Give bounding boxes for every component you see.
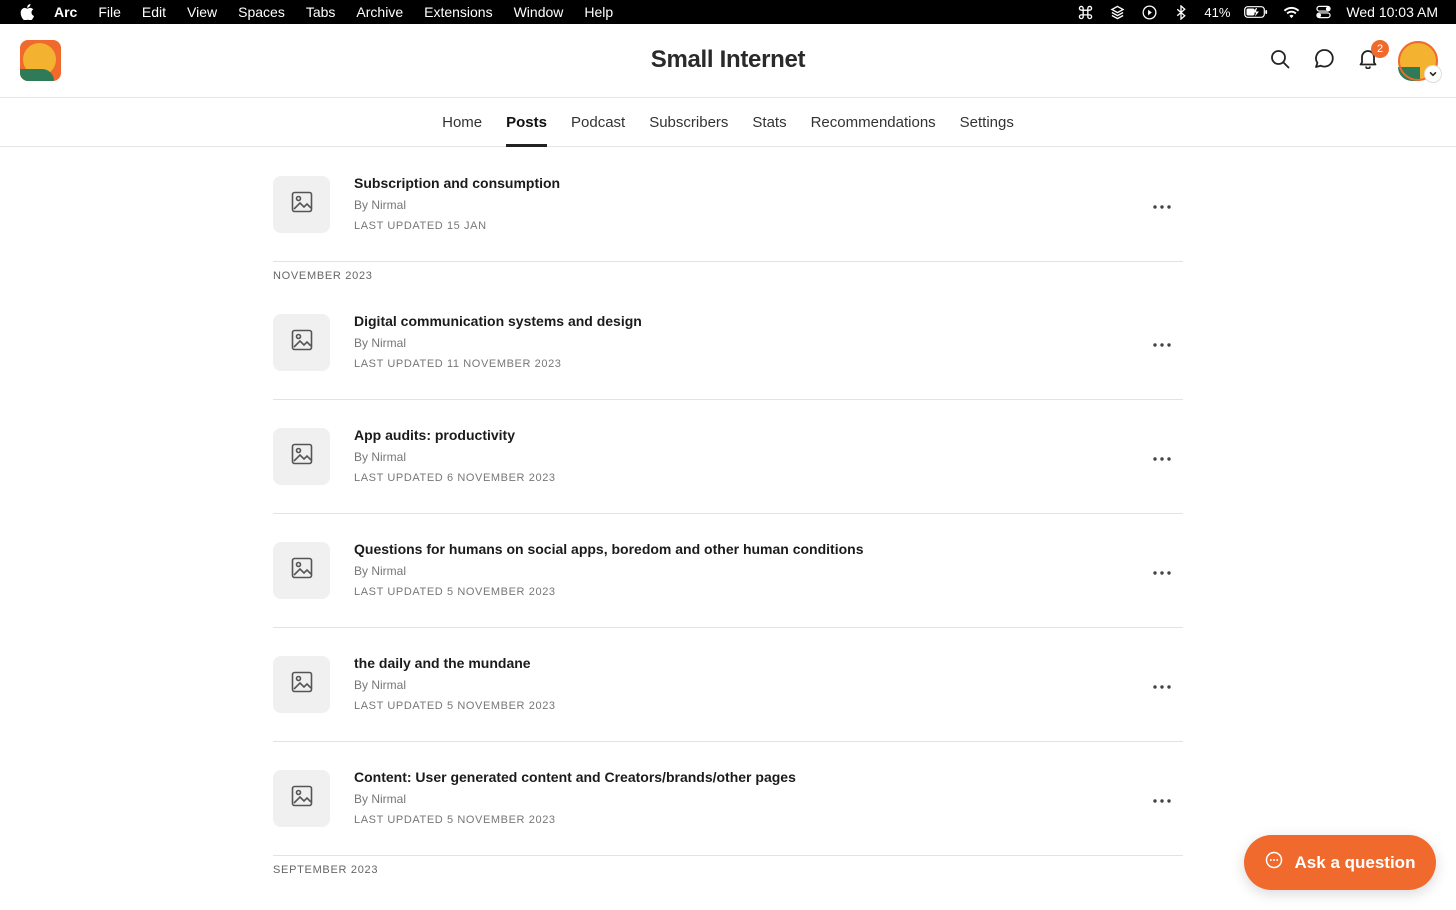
menu-window[interactable]: Window	[514, 4, 564, 20]
ellipsis-icon	[1153, 790, 1171, 808]
post-row[interactable]: Subscription and consumption By Nirmal L…	[273, 148, 1183, 262]
ask-a-question-label: Ask a question	[1294, 852, 1416, 872]
user-avatar-menu[interactable]	[1398, 41, 1442, 83]
post-updated-date: LAST UPDATED 15 JAN	[354, 220, 487, 232]
header-actions: 2	[1268, 40, 1442, 83]
post-more-options-button[interactable]	[1151, 195, 1173, 215]
apple-logo-icon[interactable]	[20, 4, 34, 20]
control-center-icon[interactable]	[1314, 4, 1332, 20]
menu-app-arc[interactable]: Arc	[54, 4, 77, 20]
image-placeholder-icon	[291, 443, 313, 470]
post-row[interactable]: Digital communication systems and design…	[273, 286, 1183, 400]
image-placeholder-icon	[291, 785, 313, 812]
menu-spaces[interactable]: Spaces	[238, 4, 285, 20]
menu-edit[interactable]: Edit	[142, 4, 166, 20]
ellipsis-icon	[1153, 196, 1171, 214]
battery-percentage: 41%	[1204, 4, 1231, 20]
chevron-down-icon	[1424, 65, 1442, 83]
post-author: By Nirmal	[354, 792, 407, 806]
menu-extensions[interactable]: Extensions	[424, 4, 492, 20]
chat-ellipsis-icon	[1265, 851, 1283, 874]
post-more-options-button[interactable]	[1151, 447, 1173, 467]
tab-settings[interactable]: Settings	[948, 98, 1026, 146]
layers-icon[interactable]	[1108, 4, 1126, 20]
chat-bubble-icon	[1314, 48, 1335, 74]
menu-help[interactable]: Help	[584, 4, 613, 20]
post-updated-date: LAST UPDATED 5 NOVEMBER 2023	[354, 814, 556, 826]
image-placeholder-icon	[291, 671, 313, 698]
month-section-header: SEPTEMBER 2023	[273, 864, 379, 876]
post-author: By Nirmal	[354, 564, 407, 578]
post-author: By Nirmal	[354, 450, 407, 464]
ellipsis-icon	[1153, 448, 1171, 466]
menu-archive[interactable]: Archive	[356, 4, 403, 20]
menu-view[interactable]: View	[187, 4, 217, 20]
month-section-header: NOVEMBER 2023	[273, 270, 373, 282]
post-row[interactable]: Content: User generated content and Crea…	[273, 742, 1183, 856]
image-placeholder-icon	[291, 191, 313, 218]
tab-posts[interactable]: Posts	[494, 98, 559, 147]
post-thumbnail-placeholder	[273, 176, 330, 233]
post-title[interactable]: Content: User generated content and Crea…	[354, 769, 796, 787]
wifi-icon[interactable]	[1282, 4, 1300, 20]
tab-podcast[interactable]: Podcast	[559, 98, 637, 146]
post-updated-date: LAST UPDATED 11 NOVEMBER 2023	[354, 358, 562, 370]
chat-button[interactable]	[1312, 49, 1336, 73]
post-thumbnail-placeholder	[273, 428, 330, 485]
post-author: By Nirmal	[354, 198, 407, 212]
search-icon	[1270, 49, 1290, 74]
post-title[interactable]: Subscription and consumption	[354, 175, 560, 193]
tab-recommendations[interactable]: Recommendations	[799, 98, 948, 146]
tab-stats[interactable]: Stats	[740, 98, 798, 146]
post-author: By Nirmal	[354, 678, 407, 692]
posts-list: Subscription and consumption By Nirmal L…	[273, 148, 1183, 880]
menu-file[interactable]: File	[98, 4, 121, 20]
image-placeholder-icon	[291, 329, 313, 356]
tab-home[interactable]: Home	[430, 98, 494, 146]
ellipsis-icon	[1153, 562, 1171, 580]
post-more-options-button[interactable]	[1151, 789, 1173, 809]
post-row[interactable]: the daily and the mundane By Nirmal LAST…	[273, 628, 1183, 742]
post-updated-date: LAST UPDATED 5 NOVEMBER 2023	[354, 700, 556, 712]
command-key-icon[interactable]	[1076, 4, 1094, 20]
ellipsis-icon	[1153, 334, 1171, 352]
post-more-options-button[interactable]	[1151, 333, 1173, 353]
ellipsis-icon	[1153, 676, 1171, 694]
post-row[interactable]: App audits: productivity By Nirmal LAST …	[273, 400, 1183, 514]
post-row[interactable]: Questions for humans on social apps, bor…	[273, 514, 1183, 628]
post-more-options-button[interactable]	[1151, 561, 1173, 581]
post-more-options-button[interactable]	[1151, 675, 1173, 695]
post-title[interactable]: Questions for humans on social apps, bor…	[354, 541, 864, 559]
tab-subscribers[interactable]: Subscribers	[637, 98, 740, 146]
publication-title[interactable]: Small Internet	[0, 46, 1456, 74]
notifications-button[interactable]: 2	[1356, 40, 1389, 73]
menu-tabs[interactable]: Tabs	[306, 4, 336, 20]
battery-charging-icon[interactable]	[1244, 4, 1268, 20]
post-thumbnail-placeholder	[273, 542, 330, 599]
notification-count-badge: 2	[1371, 40, 1389, 58]
menubar-clock[interactable]: Wed 10:03 AM	[1346, 4, 1438, 20]
post-updated-date: LAST UPDATED 5 NOVEMBER 2023	[354, 586, 556, 598]
post-title[interactable]: App audits: productivity	[354, 427, 556, 445]
post-thumbnail-placeholder	[273, 770, 330, 827]
menubar-status-area: 41% Wed 10:03 AM	[1076, 0, 1438, 24]
macos-menubar: Arc File Edit View Spaces Tabs Archive E…	[0, 0, 1456, 24]
post-author: By Nirmal	[354, 336, 407, 350]
post-updated-date: LAST UPDATED 6 NOVEMBER 2023	[354, 472, 556, 484]
post-title[interactable]: the daily and the mundane	[354, 655, 556, 673]
play-circle-icon[interactable]	[1140, 4, 1158, 20]
ask-a-question-button[interactable]: Ask a question	[1244, 835, 1436, 890]
dashboard-tabs: Home Posts Podcast Subscribers Stats Rec…	[0, 98, 1456, 147]
bluetooth-icon[interactable]	[1172, 4, 1190, 20]
search-button[interactable]	[1268, 49, 1292, 73]
post-thumbnail-placeholder	[273, 314, 330, 371]
image-placeholder-icon	[291, 557, 313, 584]
site-header: Small Internet 2	[0, 24, 1456, 98]
post-thumbnail-placeholder	[273, 656, 330, 713]
post-title[interactable]: Digital communication systems and design	[354, 313, 642, 331]
